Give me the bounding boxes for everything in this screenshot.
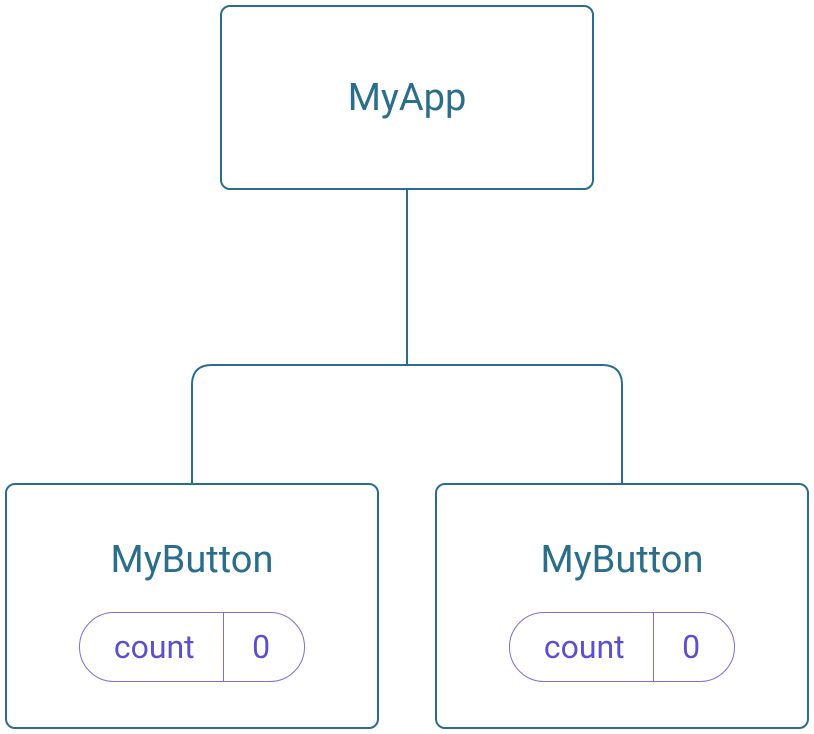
state-name: count [80,613,223,681]
child-component-label: MyButton [541,538,704,582]
root-component-node: MyApp [220,5,594,190]
child-component-node-right: MyButton count 0 [435,483,809,729]
state-name: count [510,613,653,681]
state-value: 0 [224,613,304,681]
root-component-label: MyApp [348,76,467,120]
state-pill: count 0 [509,612,735,682]
state-pill: count 0 [79,612,305,682]
child-component-node-left: MyButton count 0 [5,483,379,729]
child-component-label: MyButton [111,538,274,582]
state-value: 0 [654,613,734,681]
